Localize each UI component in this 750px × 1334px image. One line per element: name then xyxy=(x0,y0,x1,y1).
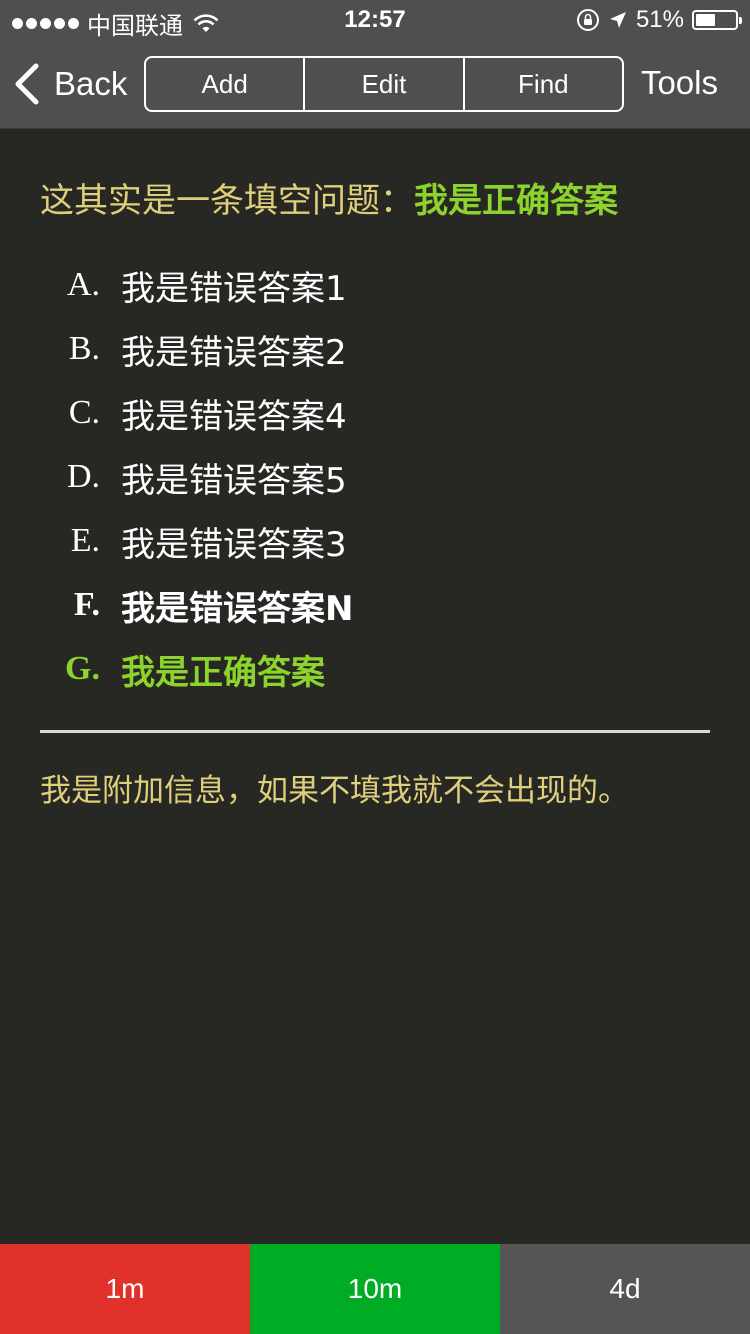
option-letter: F. xyxy=(73,586,100,623)
battery-percent: 51% xyxy=(635,6,684,33)
again-1m-button[interactable]: 1m xyxy=(0,1244,250,1334)
option-letter: C. xyxy=(68,394,100,431)
option-letter: D. xyxy=(66,458,100,495)
option-letter: G. xyxy=(65,650,100,687)
navigation-bar: Back Add Edit Find Tools xyxy=(0,40,750,129)
option-c[interactable]: C. 我是错误答案4 xyxy=(40,381,710,445)
question: 这其实是一条填空问题：我是正确答案 xyxy=(40,173,618,222)
segmented-control: Add Edit Find xyxy=(144,56,624,112)
answer-rating-bar: 1m 10m 4d xyxy=(0,1244,750,1334)
option-text: 我是错误答案N xyxy=(121,588,354,629)
option-text: 我是错误答案3 xyxy=(121,524,347,565)
easy-4d-button[interactable]: 4d xyxy=(500,1244,750,1334)
add-button[interactable]: Add xyxy=(146,58,303,110)
status-bar: 中国联通 12:57 51% xyxy=(0,0,750,40)
divider xyxy=(40,730,710,733)
chevron-left-icon xyxy=(15,63,39,105)
tools-button[interactable]: Tools xyxy=(641,64,718,102)
option-text: 我是错误答案5 xyxy=(121,460,347,501)
option-letter: E. xyxy=(70,522,100,559)
option-e[interactable]: E. 我是错误答案3 xyxy=(40,509,710,573)
battery-icon xyxy=(692,10,742,30)
options-list: A. 我是错误答案1 B. 我是错误答案2 C. 我是错误答案4 D. 我是错误… xyxy=(40,253,710,701)
status-right: 51% xyxy=(576,6,742,34)
option-letter: A. xyxy=(66,266,100,303)
extra-info: 我是附加信息，如果不填我就不会出现的。 xyxy=(40,773,629,809)
back-label: Back xyxy=(54,65,128,102)
option-g-correct[interactable]: G. 我是正确答案 xyxy=(40,637,710,701)
option-text: 我是错误答案1 xyxy=(121,268,347,309)
option-f[interactable]: F. 我是错误答案N xyxy=(40,573,710,637)
option-a[interactable]: A. 我是错误答案1 xyxy=(40,253,710,317)
option-text: 我是错误答案2 xyxy=(121,332,347,373)
edit-button[interactable]: Edit xyxy=(303,58,462,110)
back-button[interactable]: Back xyxy=(14,62,127,106)
option-letter: B. xyxy=(68,330,100,367)
battery-fill xyxy=(696,14,715,26)
option-b[interactable]: B. 我是错误答案2 xyxy=(40,317,710,381)
question-prompt: 这其实是一条填空问题： xyxy=(40,181,414,221)
battery-tip xyxy=(739,17,742,24)
good-10m-button[interactable]: 10m xyxy=(250,1244,500,1334)
option-text: 我是正确答案 xyxy=(121,652,325,693)
location-arrow-icon xyxy=(609,12,626,28)
option-d[interactable]: D. 我是错误答案5 xyxy=(40,445,710,509)
rotation-lock-icon xyxy=(576,9,599,31)
find-button[interactable]: Find xyxy=(462,58,622,110)
option-text: 我是错误答案4 xyxy=(121,396,347,437)
card-content: 这其实是一条填空问题：我是正确答案 A. 我是错误答案1 B. 我是错误答案2 … xyxy=(0,129,750,1243)
question-answer: 我是正确答案 xyxy=(414,181,618,221)
